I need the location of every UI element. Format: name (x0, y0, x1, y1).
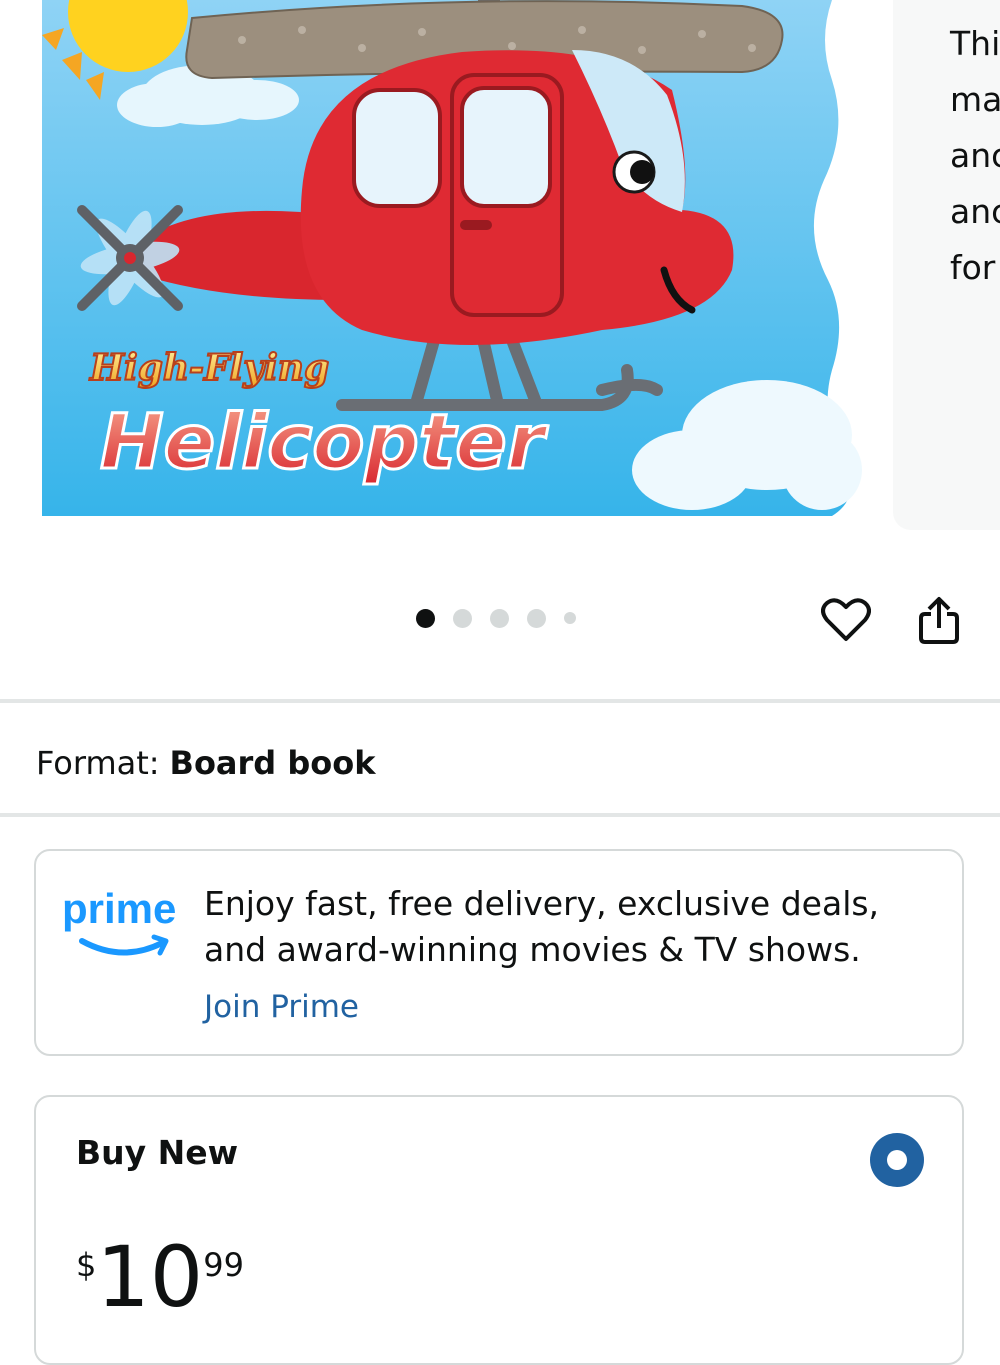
helicopter-cover-illustration: High-Flying Helicopter (42, 0, 862, 516)
preview-text-line: anc (950, 192, 1000, 231)
wishlist-button[interactable] (818, 592, 874, 648)
buy-new-radio-selected[interactable] (870, 1133, 924, 1187)
heart-outline-icon (821, 598, 871, 641)
radio-dot-icon (887, 1150, 907, 1170)
preview-text-line: anc (950, 136, 1000, 175)
format-value: Board book (169, 744, 376, 782)
format-row[interactable]: Format: Board book (36, 741, 376, 785)
format-label: Format: (36, 744, 160, 782)
preview-text-line: for (950, 248, 996, 287)
share-button[interactable] (911, 592, 967, 648)
product-image-gallery: High-Flying Helicopter Thi ma anc anc fo… (0, 0, 1000, 560)
join-prime-link[interactable]: Join Prime (204, 986, 359, 1028)
preview-text-line: ma (950, 80, 1000, 119)
price: $ 10 99 (76, 1232, 244, 1322)
product-image[interactable]: High-Flying Helicopter (42, 0, 862, 516)
cover-title-line2: Helicopter (100, 397, 549, 486)
prime-description-line1: Enjoy fast, free delivery, exclusive dea… (204, 884, 880, 923)
image-pagination-dots (416, 608, 576, 628)
share-icon (919, 597, 959, 644)
preview-text-line: Thi (950, 24, 1000, 63)
svg-text:prime: prime (62, 885, 176, 932)
section-divider (0, 699, 1000, 703)
pagination-dot[interactable] (527, 608, 546, 628)
section-divider (0, 813, 1000, 817)
pagination-dot[interactable] (564, 612, 576, 624)
buy-new-title: Buy New (76, 1133, 239, 1172)
price-whole: 10 (96, 1228, 204, 1326)
cover-title-line1: High-Flying (89, 347, 329, 389)
prime-description: Enjoy fast, free delivery, exclusive dea… (204, 881, 944, 973)
price-currency: $ (76, 1246, 97, 1284)
pagination-dot-active[interactable] (416, 608, 435, 628)
pagination-dot[interactable] (453, 608, 472, 628)
price-fraction: 99 (203, 1246, 244, 1284)
prime-logo: prime (62, 885, 176, 956)
prime-promo-card: prime Enjoy fast, free delivery, exclusi… (34, 849, 964, 1056)
buy-new-card[interactable]: Buy New $ 10 99 (34, 1095, 964, 1365)
prime-description-line2: and award-winning movies & TV shows. (204, 930, 861, 969)
next-image-preview[interactable]: Thi ma anc anc for (893, 0, 1000, 530)
pagination-dot[interactable] (490, 608, 509, 628)
